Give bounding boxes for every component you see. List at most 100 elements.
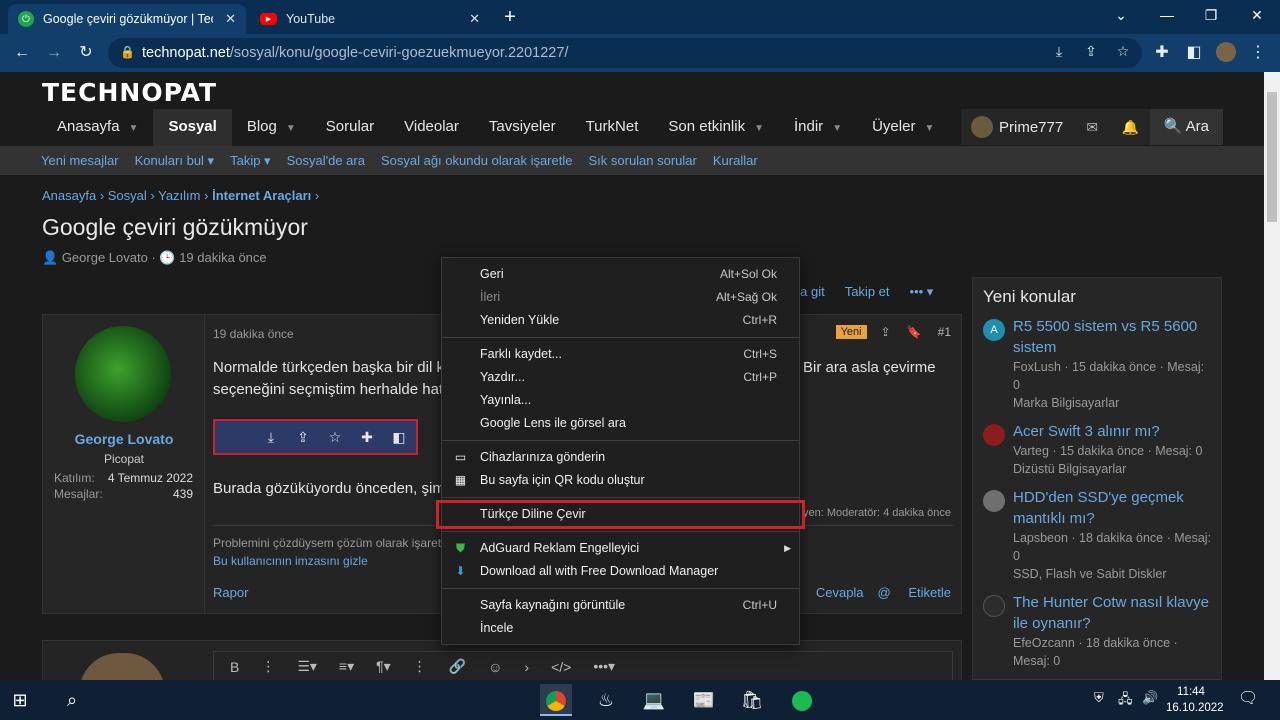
tab-technopat[interactable]: ⏻ Google çeviri gözükmüyor | Technopat ✕	[8, 4, 246, 34]
subnav-faq[interactable]: Sık sorulan sorular	[588, 153, 696, 168]
scrollbar-thumb[interactable]	[1267, 92, 1277, 222]
tab-youtube[interactable]: ▶ YouTube ✕	[250, 4, 490, 34]
post-number[interactable]: #1	[938, 325, 951, 339]
chevron-down-icon[interactable]: ⌄	[1098, 0, 1144, 30]
back-button[interactable]: ←	[10, 42, 34, 64]
avatar[interactable]	[983, 424, 1005, 446]
subnav-rules[interactable]: Kurallar	[713, 153, 758, 168]
post-username[interactable]: George Lovato	[43, 431, 205, 447]
app-icon[interactable]: 📰	[688, 684, 720, 716]
thread-link[interactable]: R5 5500 sistem vs R5 5600 sistem	[1013, 316, 1213, 358]
menu-item-adguard[interactable]: ⛊ AdGuard Reklam Engelleyici ▶	[442, 537, 799, 560]
inbox-icon[interactable]: ✉	[1073, 119, 1111, 136]
subnav-watched[interactable]: Takip ▾	[230, 153, 271, 169]
avatar[interactable]	[75, 326, 171, 422]
menu-item-view-source[interactable]: Sayfa kaynağını görüntüle Ctrl+U	[442, 594, 799, 617]
breadcrumb-item[interactable]: Anasayfa	[42, 188, 96, 203]
more-options-icon[interactable]: •••▾	[593, 658, 615, 675]
menu-item-fdm[interactable]: ⬇ Download all with Free Download Manager	[442, 560, 799, 583]
bell-icon[interactable]: 🔔	[1111, 119, 1149, 136]
close-tab-icon[interactable]: ✕	[225, 11, 236, 27]
side-panel-icon[interactable]: ◧	[1182, 42, 1206, 64]
subnav-search[interactable]: Sosyal'de ara	[287, 153, 365, 168]
nav-videolar[interactable]: Videolar	[389, 109, 474, 146]
tag-button[interactable]: @ Etiketle	[878, 585, 951, 600]
subnav-mark-read[interactable]: Sosyal ağı okundu olarak işaretle	[381, 153, 573, 168]
menu-item-translate[interactable]: Türkçe Diline Çevir	[436, 500, 805, 529]
nav-turknet[interactable]: TurkNet	[571, 109, 654, 146]
thread-link[interactable]: The Hunter Cotw nasıl klavye ile oynanır…	[1013, 592, 1213, 634]
avatar[interactable]	[983, 595, 1005, 617]
restore-button[interactable]: ❐	[1188, 0, 1234, 30]
more-text-icon[interactable]: ⋮	[261, 658, 275, 675]
thread-link[interactable]: HDD'den SSD'ye geçmek mantıklı mı?	[1013, 487, 1213, 529]
nav-son-etkinlik[interactable]: Son etkinlik ▼	[653, 109, 779, 146]
close-window-button[interactable]: ✕	[1234, 0, 1280, 30]
breadcrumb-item[interactable]: Yazılım	[158, 188, 200, 203]
subnav-find-threads[interactable]: Konuları bul ▾	[135, 153, 215, 169]
minimize-button[interactable]: —	[1144, 0, 1190, 30]
extensions-icon[interactable]: ✚	[1150, 42, 1174, 64]
bookmark-star-icon[interactable]: ☆	[1112, 43, 1134, 63]
author-link[interactable]: George Lovato	[62, 250, 148, 265]
code-icon[interactable]: </>	[551, 659, 571, 675]
install-icon[interactable]: ⤓	[1048, 43, 1070, 63]
volume-icon[interactable]: 🔊	[1142, 690, 1158, 706]
nav-sorular[interactable]: Sorular	[311, 109, 389, 146]
menu-item-send-to-devices[interactable]: ▭ Cihazlarınıza gönderin	[442, 446, 799, 469]
menu-kebab-icon[interactable]: ⋮	[1246, 42, 1270, 64]
list-icon[interactable]: ☰▾	[297, 658, 317, 675]
bold-icon[interactable]: B	[230, 659, 239, 675]
share-icon[interactable]: ⇪	[1080, 43, 1102, 63]
paragraph-icon[interactable]: ¶▾	[376, 658, 391, 675]
search-icon[interactable]: ⌕	[56, 684, 88, 716]
forum-link[interactable]: Marka Bilgisayarlar	[1013, 394, 1213, 412]
link-icon[interactable]: 🔗	[449, 658, 466, 675]
more-options-icon[interactable]: ••• ▾	[910, 284, 934, 300]
align-icon[interactable]: ≡▾	[339, 658, 354, 675]
menu-item-google-lens[interactable]: Google Lens ile görsel ara	[442, 412, 799, 435]
avatar[interactable]: A	[983, 319, 1005, 341]
laptop-icon[interactable]: 💻	[638, 684, 670, 716]
menu-item-back[interactable]: Geri Alt+Sol Ok	[442, 263, 799, 286]
user-menu[interactable]: Prime777	[961, 116, 1073, 138]
address-bar[interactable]: 🔒 technopat.net/sosyal/konu/google-cevir…	[108, 38, 1142, 68]
steam-icon[interactable]: ♨	[590, 684, 622, 716]
post-date[interactable]: 19 dakika önce	[213, 327, 294, 341]
arrow-icon[interactable]: ›	[524, 659, 529, 675]
avatar[interactable]	[983, 490, 1005, 512]
breadcrumb-item[interactable]: Sosyal	[108, 188, 147, 203]
profile-avatar[interactable]	[1214, 42, 1238, 64]
menu-item-print[interactable]: Yazdır... Ctrl+P	[442, 366, 799, 389]
breadcrumb-item[interactable]: İnternet Araçları	[212, 188, 311, 203]
menu-item-qr-code[interactable]: ▦ Bu sayfa için QR kodu oluştur	[442, 469, 799, 492]
spotify-icon[interactable]	[786, 684, 818, 716]
menu-item-save-as[interactable]: Farklı kaydet... Ctrl+S	[442, 343, 799, 366]
menu-item-reload[interactable]: Yeniden Yükle Ctrl+R	[442, 309, 799, 332]
more-icon[interactable]: ⋮	[413, 658, 427, 675]
new-tab-button[interactable]: +	[498, 6, 522, 28]
nav-uyeler[interactable]: Üyeler ▼	[857, 109, 949, 146]
nav-anasayfa[interactable]: Anasayfa ▼	[42, 109, 153, 146]
menu-item-inspect[interactable]: İncele	[442, 617, 799, 640]
site-logo[interactable]: TECHNOPAT	[42, 78, 217, 107]
follow-button[interactable]: Takip et	[845, 284, 890, 300]
forum-link[interactable]: Dizüstü Bilgisayarlar	[1013, 460, 1213, 478]
forum-link[interactable]: SSD, Flash ve Sabit Diskler	[1013, 565, 1213, 583]
search-button[interactable]: 🔍 Ara	[1149, 109, 1223, 145]
store-icon[interactable]: 🛍	[736, 684, 768, 716]
nav-blog[interactable]: Blog ▼	[232, 109, 311, 146]
nav-indir[interactable]: İndir ▼	[779, 109, 857, 146]
menu-item-cast[interactable]: Yayınla...	[442, 389, 799, 412]
close-tab-icon[interactable]: ✕	[469, 11, 480, 27]
scrollbar[interactable]	[1264, 72, 1280, 680]
subnav-new-messages[interactable]: Yeni mesajlar	[41, 153, 119, 168]
report-link[interactable]: Rapor	[213, 585, 248, 600]
clock[interactable]: 11:44 16.10.2022	[1166, 684, 1224, 716]
bookmark-icon[interactable]: 🔖	[907, 325, 922, 339]
emoji-icon[interactable]: ☺	[488, 659, 502, 675]
menu-item-forward[interactable]: İleri Alt+Sağ Ok	[442, 286, 799, 309]
nav-sosyal[interactable]: Sosyal	[153, 109, 232, 146]
share-icon[interactable]: ⇪	[881, 325, 891, 339]
windows-start-icon[interactable]: ⊞	[4, 684, 36, 716]
